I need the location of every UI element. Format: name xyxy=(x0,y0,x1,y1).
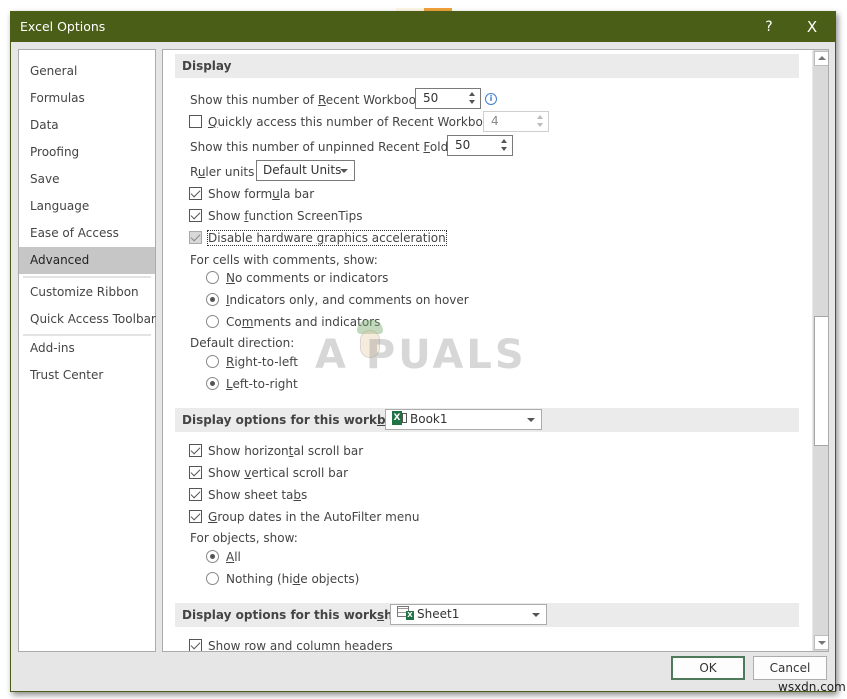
worksheet-dropdown[interactable]: X Sheet1 xyxy=(390,604,547,625)
quick-access-checkbox[interactable] xyxy=(189,115,202,128)
sidebar-item-save[interactable]: Save xyxy=(19,166,155,193)
radio-button[interactable] xyxy=(206,271,219,284)
watermark-logo: A PUALS xyxy=(315,332,527,378)
sidebar-item-data[interactable]: Data xyxy=(19,112,155,139)
sidebar: General Formulas Data Proofing Save Lang… xyxy=(18,49,156,652)
hardware-acceleration-option[interactable]: Disable hardware graphics acceleration xyxy=(189,229,447,247)
ruler-units-label: Ruler units xyxy=(190,165,255,179)
title-bar: Excel Options ? X xyxy=(11,12,835,42)
sidebar-item-general[interactable]: General xyxy=(19,58,155,85)
site-watermark: wsxdn.com xyxy=(778,680,846,694)
scroll-down-button[interactable] xyxy=(814,635,828,650)
sheet-tabs-option[interactable]: Show sheet tabs xyxy=(189,486,307,504)
quick-access-value: 4 xyxy=(491,114,499,128)
chevron-down-icon xyxy=(340,169,348,173)
excel-workbook-icon: X xyxy=(392,411,408,425)
sidebar-divider xyxy=(23,276,151,278)
vertical-scroll-checkbox[interactable] xyxy=(189,466,202,479)
group-dates-checkbox[interactable] xyxy=(189,510,202,523)
chevron-down-icon xyxy=(527,418,535,422)
sheet-tabs-checkbox[interactable] xyxy=(189,488,202,501)
comments-label: For cells with comments, show: xyxy=(190,253,378,267)
sidebar-item-trust-center[interactable]: Trust Center xyxy=(19,362,155,389)
ok-button[interactable]: OK xyxy=(671,656,745,680)
formula-bar-checkbox[interactable] xyxy=(189,187,202,200)
direction-label: Default direction: xyxy=(190,336,295,350)
workbook-selected: Book1 xyxy=(410,412,448,426)
row-column-headers-option[interactable]: Show row and column headers xyxy=(189,637,393,651)
radio-button[interactable] xyxy=(206,293,219,306)
chevron-down-icon xyxy=(532,613,540,617)
sidebar-item-ease-of-access[interactable]: Ease of Access xyxy=(19,220,155,247)
quick-access-option[interactable]: Quickly access this number of Recent Wor… xyxy=(189,113,507,131)
objects-label: For objects, show: xyxy=(190,531,298,545)
ruler-units-value: Default Units xyxy=(263,163,342,177)
sidebar-item-quick-access-toolbar[interactable]: Quick Access Toolbar xyxy=(19,306,156,333)
radio-button[interactable] xyxy=(206,572,219,585)
workbook-dropdown[interactable]: X Book1 xyxy=(385,409,542,430)
radio-button[interactable] xyxy=(206,355,219,368)
sidebar-item-advanced[interactable]: Advanced xyxy=(19,247,155,274)
radio-button[interactable] xyxy=(206,377,219,390)
objects-option-all[interactable]: All xyxy=(206,548,241,566)
spinner-arrows-icon[interactable] xyxy=(537,114,544,129)
function-tips-checkbox[interactable] xyxy=(189,209,202,222)
sidebar-item-language[interactable]: Language xyxy=(19,193,155,220)
radio-button[interactable] xyxy=(206,315,219,328)
radio-button[interactable] xyxy=(206,550,219,563)
ruler-units-dropdown[interactable]: Default Units xyxy=(256,160,355,181)
comments-option-indicators[interactable]: Indicators only, and comments on hover xyxy=(206,291,469,309)
recent-workbooks-spinner[interactable]: 50 xyxy=(415,88,481,109)
hardware-acceleration-label: Disable hardware graphics acceleration xyxy=(207,230,447,246)
worksheet-icon: X xyxy=(397,606,415,620)
hardware-acceleration-checkbox[interactable] xyxy=(189,231,202,244)
sidebar-item-proofing[interactable]: Proofing xyxy=(19,139,155,166)
scrollbar-thumb[interactable] xyxy=(814,316,828,446)
recent-folders-label: Show this number of unpinned Recent Fold… xyxy=(190,140,471,154)
horizontal-scroll-checkbox[interactable] xyxy=(189,444,202,457)
recent-workbooks-value: 50 xyxy=(423,91,439,105)
cancel-button[interactable]: Cancel xyxy=(753,656,827,680)
sidebar-item-customize-ribbon[interactable]: Customize Ribbon xyxy=(19,279,155,306)
vertical-scroll-option[interactable]: Show vertical scroll bar xyxy=(189,464,348,482)
help-button[interactable]: ? xyxy=(761,16,777,38)
worksheet-selected: Sheet1 xyxy=(417,607,460,621)
formula-bar-option[interactable]: Show formula bar xyxy=(189,185,314,203)
comments-option-none[interactable]: No comments or indicators xyxy=(206,269,388,287)
sidebar-item-formulas[interactable]: Formulas xyxy=(19,85,155,112)
quick-access-spinner[interactable]: 4 xyxy=(483,111,549,132)
recent-workbooks-label: Show this number of Recent Workbooks: xyxy=(190,93,434,107)
section-header-display: Display xyxy=(175,54,799,78)
recent-folders-spinner[interactable]: 50 xyxy=(447,135,513,156)
row-column-headers-checkbox[interactable] xyxy=(189,639,202,651)
direction-option-ltr[interactable]: Left-to-right xyxy=(206,375,298,393)
spinner-arrows-icon[interactable] xyxy=(469,91,476,106)
scroll-up-button[interactable] xyxy=(814,51,828,66)
horizontal-scroll-option[interactable]: Show horizontal scroll bar xyxy=(189,442,363,460)
group-dates-option[interactable]: Group dates in the AutoFilter menu xyxy=(189,508,419,526)
recent-folders-value: 50 xyxy=(455,138,471,152)
arrow-down-icon xyxy=(818,641,826,645)
spinner-arrows-icon[interactable] xyxy=(501,138,508,153)
objects-option-nothing[interactable]: Nothing (hide objects) xyxy=(206,570,359,588)
dialog-title: Excel Options xyxy=(20,19,106,34)
direction-option-rtl[interactable]: Right-to-left xyxy=(206,353,298,371)
info-icon[interactable]: i xyxy=(485,93,497,105)
close-button[interactable]: X xyxy=(801,16,823,38)
sidebar-item-add-ins[interactable]: Add-ins xyxy=(19,335,155,362)
vertical-scrollbar[interactable] xyxy=(812,50,828,651)
arrow-up-icon xyxy=(818,56,826,60)
function-tips-option[interactable]: Show function ScreenTips xyxy=(189,207,362,225)
